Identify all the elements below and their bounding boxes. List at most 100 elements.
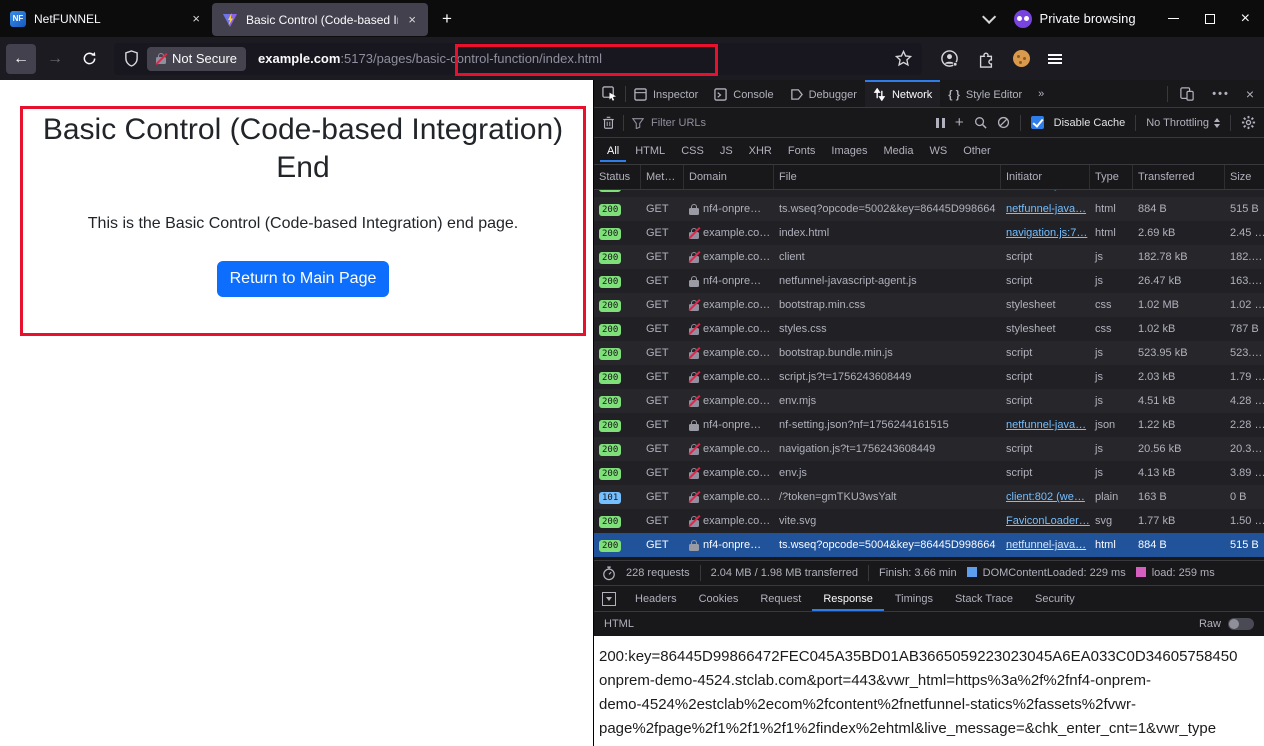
- initiator-cell[interactable]: navigation.js:7…: [1001, 227, 1090, 239]
- network-request-row[interactable]: 200GETexample.co…vite.svgFaviconLoader…s…: [594, 509, 1264, 533]
- window-close-button[interactable]: ×: [1241, 14, 1250, 24]
- initiator-cell: stylesheet: [1001, 299, 1090, 311]
- type-filter-html[interactable]: HTML: [628, 141, 672, 162]
- network-request-row[interactable]: 200GETexample.co…styles.cssstylesheetcss…: [594, 317, 1264, 341]
- tab-close-icon[interactable]: ×: [190, 11, 202, 26]
- transferred-total[interactable]: 2.04 MB / 1.98 MB transferred: [711, 567, 858, 579]
- initiator-cell[interactable]: FaviconLoader…: [1001, 515, 1090, 527]
- type-filter-xhr[interactable]: XHR: [742, 141, 779, 162]
- requests-count[interactable]: 228 requests: [626, 567, 690, 579]
- size-cell: 2.45 …: [1225, 227, 1264, 239]
- network-request-row[interactable]: 200GETexample.co…script.js?t=17562436084…: [594, 365, 1264, 389]
- disable-cache-checkbox[interactable]: [1031, 116, 1044, 129]
- pause-traffic-icon[interactable]: [936, 118, 945, 128]
- detail-tab-headers[interactable]: Headers: [624, 586, 688, 611]
- type-filter-ws[interactable]: WS: [922, 141, 954, 162]
- block-url-icon[interactable]: [997, 116, 1010, 129]
- detail-tab-request[interactable]: Request: [749, 586, 812, 611]
- pick-element-icon[interactable]: [594, 80, 625, 107]
- response-body[interactable]: 200:key=86445D99866472FEC045A35BD01AB366…: [594, 636, 1264, 746]
- devtools-tab-network[interactable]: Network: [865, 80, 940, 107]
- network-request-row[interactable]: 200GETexample.co…clientscriptjs182.78 kB…: [594, 245, 1264, 269]
- network-toolbar: Filter URLs + Disable Cache No Thro: [594, 108, 1264, 138]
- type-filter-fonts[interactable]: Fonts: [781, 141, 823, 162]
- type-filter-all[interactable]: All: [600, 141, 626, 162]
- detail-tab-response[interactable]: Response: [812, 586, 884, 611]
- shield-icon[interactable]: [124, 50, 139, 67]
- network-request-row[interactable]: 200GETexample.co…bootstrap.min.cssstyles…: [594, 293, 1264, 317]
- clear-requests-trash-icon[interactable]: [602, 116, 615, 130]
- forward-button[interactable]: →: [40, 44, 70, 74]
- type-filter-media[interactable]: Media: [876, 141, 920, 162]
- network-settings-gear-icon[interactable]: [1241, 115, 1256, 130]
- initiator-cell[interactable]: netfunnel-java…: [1001, 190, 1090, 191]
- not-secure-chip[interactable]: Not Secure: [147, 47, 246, 71]
- window-maximize-button[interactable]: [1205, 14, 1215, 24]
- column-header-status[interactable]: Status: [594, 165, 641, 189]
- type-filter-images[interactable]: Images: [824, 141, 874, 162]
- tab-close-icon[interactable]: ×: [406, 12, 418, 27]
- url-bar[interactable]: Not Secure example.com:5173/pages/basic-…: [114, 43, 922, 75]
- network-request-row[interactable]: 200GETnf4-onpre…ts.wseq?opcode=5004&key=…: [594, 533, 1264, 557]
- devtools-options-icon[interactable]: •••: [1206, 88, 1236, 100]
- type-filter-css[interactable]: CSS: [674, 141, 711, 162]
- extensions-puzzle-icon[interactable]: [977, 50, 995, 68]
- initiator-cell[interactable]: netfunnel-java…: [1001, 539, 1090, 551]
- column-header-initiator[interactable]: Initiator: [1001, 165, 1090, 189]
- reload-button[interactable]: [74, 44, 104, 74]
- devtools-close-icon[interactable]: ×: [1240, 86, 1260, 102]
- column-header-met[interactable]: Met…: [641, 165, 684, 189]
- more-tabs-chevrons-icon[interactable]: »: [1030, 80, 1052, 107]
- new-tab-button[interactable]: +: [442, 9, 452, 29]
- column-header-size[interactable]: Size: [1225, 165, 1264, 189]
- method-cell: GET: [641, 251, 684, 263]
- toggle-details-pane-icon[interactable]: [602, 592, 616, 606]
- raw-toggle-switch[interactable]: [1228, 618, 1254, 630]
- network-request-row[interactable]: 101GETexample.co…/?token=gmTKU3wsYaltcli…: [594, 485, 1264, 509]
- network-request-row[interactable]: 200GETnf4-onpre…ts.wseq?opcode=5002&key=…: [594, 197, 1264, 221]
- devtools-tab-label: Inspector: [653, 89, 698, 101]
- throttling-select[interactable]: No Throttling: [1146, 117, 1220, 129]
- initiator-cell[interactable]: netfunnel-java…: [1001, 203, 1090, 215]
- initiator-cell[interactable]: client:802 (we…: [1001, 491, 1090, 503]
- filter-urls-input[interactable]: Filter URLs: [632, 117, 928, 129]
- type-filter-other[interactable]: Other: [956, 141, 998, 162]
- devtools-tab-debugger[interactable]: Debugger: [782, 80, 865, 107]
- network-request-list[interactable]: 200GETnetfunnel-java…200GETnf4-onpre…ts.…: [594, 190, 1264, 560]
- tab-basic-control[interactable]: Basic Control (Code-based Inte ×: [212, 3, 428, 36]
- network-request-row[interactable]: 200GETexample.co…env.mjsscriptjs4.51 kB4…: [594, 389, 1264, 413]
- window-minimize-button[interactable]: [1168, 18, 1179, 20]
- detail-tab-stack-trace[interactable]: Stack Trace: [944, 586, 1024, 611]
- column-header-file[interactable]: File: [774, 165, 1001, 189]
- list-tabs-chevron-icon[interactable]: [982, 9, 996, 23]
- devtools-tab-console[interactable]: Console: [706, 80, 781, 107]
- menu-hamburger-icon[interactable]: [1048, 54, 1062, 64]
- initiator-cell[interactable]: netfunnel-java…: [1001, 419, 1090, 431]
- network-request-row[interactable]: 200GETexample.co…navigation.js?t=1756243…: [594, 437, 1264, 461]
- network-request-row[interactable]: 200GETexample.co…index.htmlnavigation.js…: [594, 221, 1264, 245]
- add-request-icon[interactable]: +: [955, 114, 964, 131]
- return-to-main-button[interactable]: Return to Main Page: [217, 261, 389, 297]
- network-request-row[interactable]: 200GETexample.co…env.jsscriptjs4.13 kB3.…: [594, 461, 1264, 485]
- devtools-tab-style-editor[interactable]: { }Style Editor: [940, 80, 1030, 107]
- devtools-tab-inspector[interactable]: Inspector: [626, 80, 706, 107]
- cookie-icon[interactable]: [1013, 50, 1030, 67]
- account-icon[interactable]: [940, 49, 959, 68]
- tab-netfunnel[interactable]: NF NetFUNNEL ×: [0, 0, 212, 37]
- detail-tab-timings[interactable]: Timings: [884, 586, 944, 611]
- responsive-design-mode-icon[interactable]: [1172, 87, 1202, 101]
- detail-tab-security[interactable]: Security: [1024, 586, 1086, 611]
- network-request-row[interactable]: 200GETnf4-onpre…netfunnel-javascript-age…: [594, 269, 1264, 293]
- network-request-row[interactable]: 200GETnetfunnel-java…: [594, 190, 1264, 197]
- network-request-row[interactable]: 200GETnf4-onpre…nf-setting.json?nf=17562…: [594, 413, 1264, 437]
- column-header-transferred[interactable]: Transferred: [1133, 165, 1225, 189]
- network-request-row[interactable]: 200GETexample.co…bootstrap.bundle.min.js…: [594, 341, 1264, 365]
- type-filter-js[interactable]: JS: [713, 141, 740, 162]
- detail-tab-cookies[interactable]: Cookies: [688, 586, 750, 611]
- size-cell: 1.50 …: [1225, 515, 1264, 527]
- back-button[interactable]: ←: [6, 44, 36, 74]
- search-icon[interactable]: [974, 116, 987, 129]
- column-header-domain[interactable]: Domain: [684, 165, 774, 189]
- bookmark-star-icon[interactable]: [895, 50, 912, 67]
- column-header-type[interactable]: Type: [1090, 165, 1133, 189]
